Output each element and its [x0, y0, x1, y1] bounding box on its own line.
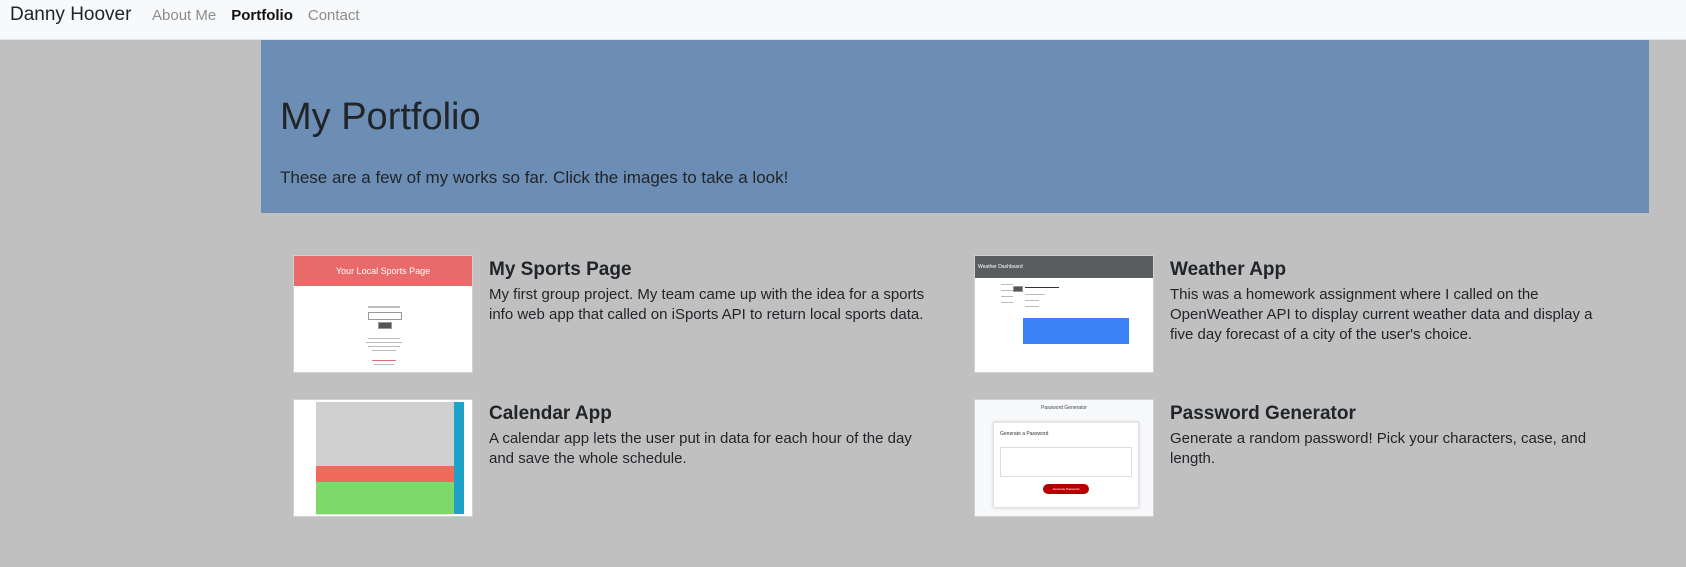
password-thumb-card: Generate a Password [993, 422, 1139, 508]
project-description: A calendar app lets the user put in data… [489, 430, 912, 467]
navbar: Danny Hoover About Me Portfolio Contact [0, 0, 1686, 40]
calendar-thumb-save [454, 402, 464, 418]
nav-link-portfolio[interactable]: Portfolio [231, 7, 293, 24]
weather-thumb-header: Weather Dashboard [975, 256, 1153, 278]
weather-thumb-line [1025, 306, 1039, 307]
password-thumb-button: Generate Password [1043, 484, 1089, 494]
sports-thumb-line [368, 346, 400, 347]
project-card-weather: Weather Dashboard Weather App This was a… [974, 255, 1614, 375]
weather-thumb-line [1025, 294, 1045, 295]
weather-thumb-line [1001, 302, 1013, 303]
project-title: Password Generator [1170, 403, 1356, 424]
calendar-app-thumbnail[interactable] [293, 399, 473, 517]
sports-thumb-line [372, 350, 396, 351]
sports-thumb-button [378, 322, 392, 329]
weather-thumb-line [1001, 284, 1013, 285]
calendar-thumb-row [316, 466, 454, 483]
sports-thumb-line [368, 338, 400, 339]
password-thumb-button-label: Generate Password [1052, 487, 1080, 491]
calendar-thumb-save [454, 450, 464, 466]
card-body: Weather App This was a homework assignme… [1170, 259, 1610, 345]
sports-page-thumbnail[interactable]: Your Local Sports Page [293, 255, 473, 373]
page-subtitle: These are a few of my works so far. Clic… [280, 168, 789, 187]
page-title: My Portfolio [280, 96, 481, 138]
project-title: Calendar App [489, 403, 612, 424]
sports-thumb-line [374, 364, 394, 365]
sports-thumb-line [372, 360, 396, 361]
calendar-thumb-save [454, 482, 464, 498]
calendar-thumb-row [316, 402, 454, 419]
weather-thumb-line [1001, 296, 1013, 297]
sports-thumb-line [366, 342, 402, 343]
password-thumb-card-title: Generate a Password [1000, 431, 1049, 437]
nav-links: About Me Portfolio Contact [152, 7, 360, 24]
calendar-thumb-save [454, 418, 464, 434]
calendar-thumb-row [316, 418, 454, 435]
password-thumb-header: Password Generator [1041, 405, 1087, 411]
calendar-thumb-save [454, 466, 464, 482]
sports-thumb-input [368, 312, 402, 320]
password-thumb-output [1000, 447, 1132, 477]
project-description: My first group project. My team came up … [489, 286, 925, 323]
weather-app-thumbnail[interactable]: Weather Dashboard [974, 255, 1154, 373]
weather-thumb-line [1025, 300, 1039, 301]
brand-link[interactable]: Danny Hoover [10, 4, 131, 26]
sports-thumb-header: Your Local Sports Page [294, 256, 472, 286]
password-generator-thumbnail[interactable]: Password Generator Generate a Password G… [974, 399, 1154, 517]
hero-jumbotron: My Portfolio These are a few of my works… [261, 40, 1649, 213]
card-body: Calendar App A calendar app lets the use… [489, 403, 929, 469]
project-description: This was a homework assignment where I c… [1170, 286, 1593, 343]
calendar-thumb-row [316, 498, 454, 515]
project-card-calendar: Calendar App A calendar app lets the use… [293, 399, 933, 519]
calendar-thumb-row [316, 450, 454, 467]
weather-thumb-line [1025, 287, 1059, 288]
calendar-thumb-row [316, 434, 454, 451]
sports-thumb-line [368, 306, 400, 308]
project-title: My Sports Page [489, 259, 632, 280]
weather-thumb-forecast [1023, 318, 1129, 344]
nav-link-about-me[interactable]: About Me [152, 7, 216, 24]
card-body: Password Generator Generate a random pas… [1170, 403, 1610, 469]
calendar-thumb-save [454, 498, 464, 514]
project-card-password: Password Generator Generate a Password G… [974, 399, 1614, 519]
nav-link-contact[interactable]: Contact [308, 7, 360, 24]
project-description: Generate a random password! Pick your ch… [1170, 430, 1587, 467]
project-title: Weather App [1170, 259, 1287, 280]
project-card-sports: Your Local Sports Page My Sports Page My… [293, 255, 933, 375]
calendar-thumb-save [454, 434, 464, 450]
calendar-thumb-row [316, 482, 454, 499]
weather-thumb-line [1001, 290, 1013, 291]
weather-thumb-icon [1013, 286, 1023, 292]
card-body: My Sports Page My first group project. M… [489, 259, 929, 325]
